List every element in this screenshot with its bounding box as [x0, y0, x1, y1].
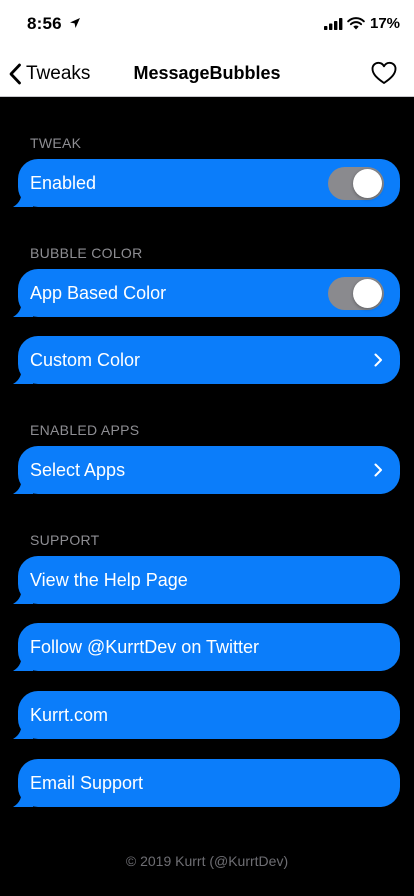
- heart-icon[interactable]: [371, 61, 397, 85]
- battery-percentage: 17%: [370, 15, 401, 32]
- enabled-toggle-row[interactable]: Enabled: [13, 159, 400, 207]
- row-label: View the Help Page: [30, 570, 188, 590]
- wifi-icon: [347, 17, 365, 30]
- section-header-tweak: TWEAK: [30, 135, 82, 151]
- chevron-right-icon: [374, 463, 382, 477]
- toggle-knob: [353, 279, 382, 308]
- section-header-support: SUPPORT: [30, 532, 100, 548]
- navigation-bar: Tweaks MessageBubbles: [0, 50, 414, 97]
- status-time: 8:56: [27, 14, 62, 33]
- row-label: Kurrt.com: [30, 705, 109, 725]
- status-bar: 8:56 17%: [0, 0, 414, 50]
- twitter-follow-row[interactable]: Follow @KurrtDev on Twitter: [13, 623, 400, 671]
- row-label: Enabled: [30, 173, 97, 193]
- custom-color-row[interactable]: Custom Color: [13, 336, 400, 384]
- select-apps-row[interactable]: Select Apps: [13, 446, 400, 494]
- chevron-right-icon: [374, 353, 382, 367]
- location-arrow-icon: [70, 18, 80, 28]
- row-label: Email Support: [30, 773, 144, 793]
- row-label: Select Apps: [30, 460, 126, 480]
- copyright-footer: © 2019 Kurrt (@KurrtDev): [125, 853, 289, 869]
- enabled-toggle[interactable]: [328, 167, 384, 200]
- section-header-bubble-color: BUBBLE COLOR: [30, 245, 143, 261]
- help-page-row[interactable]: View the Help Page: [13, 556, 400, 604]
- row-label: Follow @KurrtDev on Twitter: [30, 637, 260, 657]
- app-based-color-toggle[interactable]: [328, 277, 384, 310]
- cellular-signal-icon: [324, 18, 343, 30]
- top-bar: 8:56 17% Tweaks MessageBubbles: [0, 0, 414, 97]
- row-label: App Based Color: [30, 283, 167, 303]
- email-support-row[interactable]: Email Support: [13, 759, 400, 807]
- toggle-knob: [353, 169, 382, 198]
- website-row[interactable]: Kurrt.com: [13, 691, 400, 739]
- section-header-enabled-apps: ENABLED APPS: [30, 422, 140, 438]
- row-label: Custom Color: [30, 350, 141, 370]
- app-based-color-toggle-row[interactable]: App Based Color: [13, 269, 400, 317]
- page-title: MessageBubbles: [133, 63, 281, 83]
